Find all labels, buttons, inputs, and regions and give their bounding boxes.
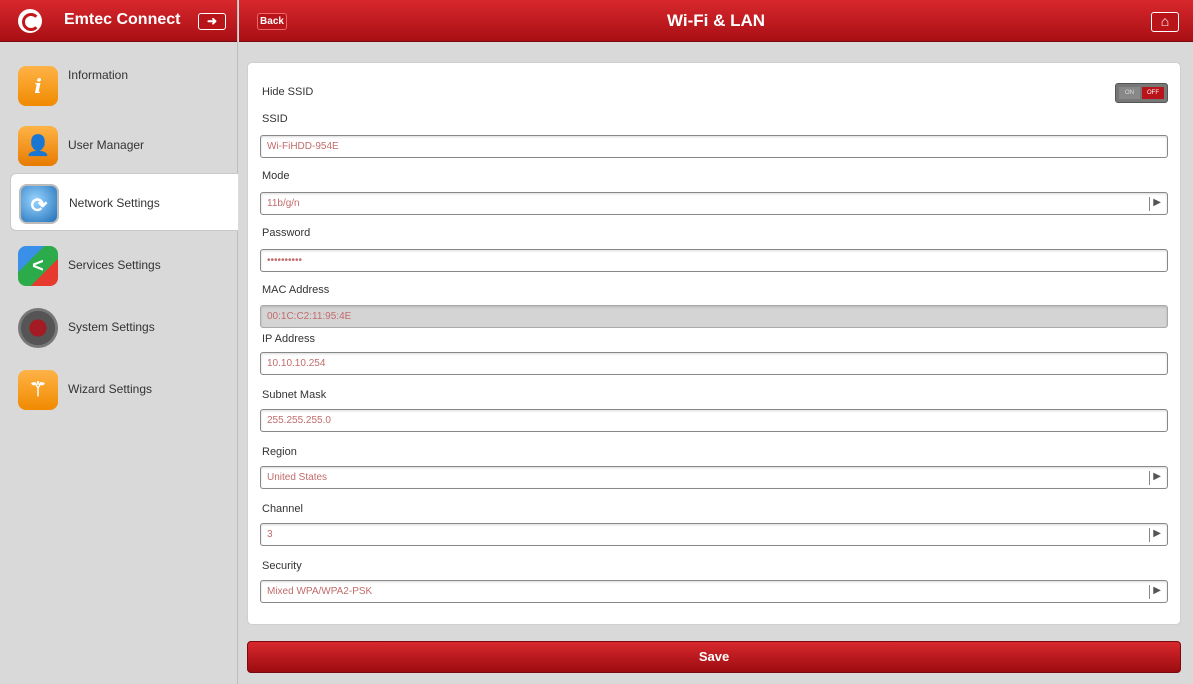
security-value: Mixed WPA/WPA2-PSK bbox=[267, 586, 373, 597]
security-label: Security bbox=[262, 560, 302, 572]
information-icon: i bbox=[18, 66, 58, 106]
gear-icon bbox=[18, 308, 58, 348]
sidebar-item-label: System Settings bbox=[68, 320, 155, 334]
mode-label: Mode bbox=[262, 170, 290, 182]
wifi-lan-form: Hide SSID ON OFF SSID Wi-FiHDD-954E Mode… bbox=[247, 62, 1181, 625]
sidebar-item-information[interactable]: i Information bbox=[10, 56, 238, 114]
toggle-off-label: OFF bbox=[1142, 87, 1164, 99]
ssid-input[interactable]: Wi-FiHDD-954E bbox=[260, 135, 1168, 158]
home-icon: ⌂ bbox=[1160, 13, 1170, 29]
ip-address-value: 10.10.10.254 bbox=[267, 358, 326, 369]
mode-value: 11b/g/n bbox=[267, 198, 300, 209]
sidebar-item-label: Wizard Settings bbox=[68, 382, 153, 396]
mac-address-input: 00:1C:C2:11:95:4E bbox=[260, 305, 1168, 328]
sidebar-item-label: User Manager bbox=[68, 138, 145, 152]
home-button[interactable]: ⌂ bbox=[1151, 12, 1179, 32]
password-label: Password bbox=[262, 227, 311, 239]
save-button[interactable]: Save bbox=[247, 641, 1181, 673]
network-icon: ⟳ bbox=[19, 184, 59, 224]
mac-address-value: 00:1C:C2:11:95:4E bbox=[267, 311, 352, 322]
logout-button[interactable]: ➜ bbox=[198, 13, 226, 30]
sidebar-item-label: Network Settings bbox=[69, 196, 160, 210]
chevron-right-icon: ▶ bbox=[1149, 197, 1161, 211]
chevron-right-icon: ▶ bbox=[1149, 528, 1161, 542]
subnet-mask-label: Subnet Mask bbox=[262, 389, 327, 401]
sidebar: Emtec Connect ➜ i Information 👤 User Man… bbox=[0, 0, 238, 684]
sidebar-item-label: Information bbox=[68, 68, 129, 82]
chevron-right-icon: ▶ bbox=[1149, 471, 1161, 485]
channel-select[interactable]: 3 ▶ bbox=[260, 523, 1168, 546]
toggle-on-label: ON bbox=[1119, 87, 1140, 99]
ip-address-label: IP Address bbox=[262, 333, 315, 345]
sidebar-item-user-manager[interactable]: 👤 User Manager bbox=[10, 116, 238, 174]
hide-ssid-toggle[interactable]: ON OFF bbox=[1115, 83, 1168, 103]
region-label: Region bbox=[262, 446, 297, 458]
channel-value: 3 bbox=[267, 529, 273, 540]
subnet-mask-value: 255.255.255.0 bbox=[267, 415, 331, 426]
mac-address-label: MAC Address bbox=[262, 284, 330, 296]
emtec-logo-icon bbox=[18, 9, 42, 33]
top-bar: Back Wi-Fi & LAN ⌂ bbox=[239, 0, 1193, 42]
security-select[interactable]: Mixed WPA/WPA2-PSK ▶ bbox=[260, 580, 1168, 603]
channel-label: Channel bbox=[262, 503, 303, 515]
region-select[interactable]: United States ▶ bbox=[260, 466, 1168, 489]
app-title: Emtec Connect bbox=[64, 11, 181, 28]
sidebar-item-system-settings[interactable]: System Settings bbox=[10, 298, 238, 356]
subnet-mask-input[interactable]: 255.255.255.0 bbox=[260, 409, 1168, 432]
user-manager-icon: 👤 bbox=[18, 126, 58, 166]
password-value: •••••••••• bbox=[267, 255, 303, 266]
region-value: United States bbox=[267, 472, 328, 483]
share-icon: < bbox=[18, 246, 58, 286]
ssid-label: SSID bbox=[262, 113, 288, 125]
hide-ssid-label: Hide SSID bbox=[262, 86, 314, 98]
sidebar-item-wizard-settings[interactable]: ⚚ Wizard Settings bbox=[10, 360, 238, 418]
mode-select[interactable]: 11b/g/n ▶ bbox=[260, 192, 1168, 215]
sidebar-item-network-settings[interactable]: ⟳ Network Settings bbox=[10, 173, 238, 231]
page-title: Wi-Fi & LAN bbox=[666, 11, 766, 30]
sidebar-header: Emtec Connect ➜ bbox=[0, 0, 237, 42]
ssid-value: Wi-FiHDD-954E bbox=[267, 141, 339, 152]
sidebar-item-services-settings[interactable]: < Services Settings bbox=[10, 236, 238, 294]
sidebar-item-label: Services Settings bbox=[68, 258, 161, 272]
wand-icon: ⚚ bbox=[18, 370, 58, 410]
password-input[interactable]: •••••••••• bbox=[260, 249, 1168, 272]
chevron-right-icon: ▶ bbox=[1149, 585, 1161, 599]
ip-address-input[interactable]: 10.10.10.254 bbox=[260, 352, 1168, 375]
